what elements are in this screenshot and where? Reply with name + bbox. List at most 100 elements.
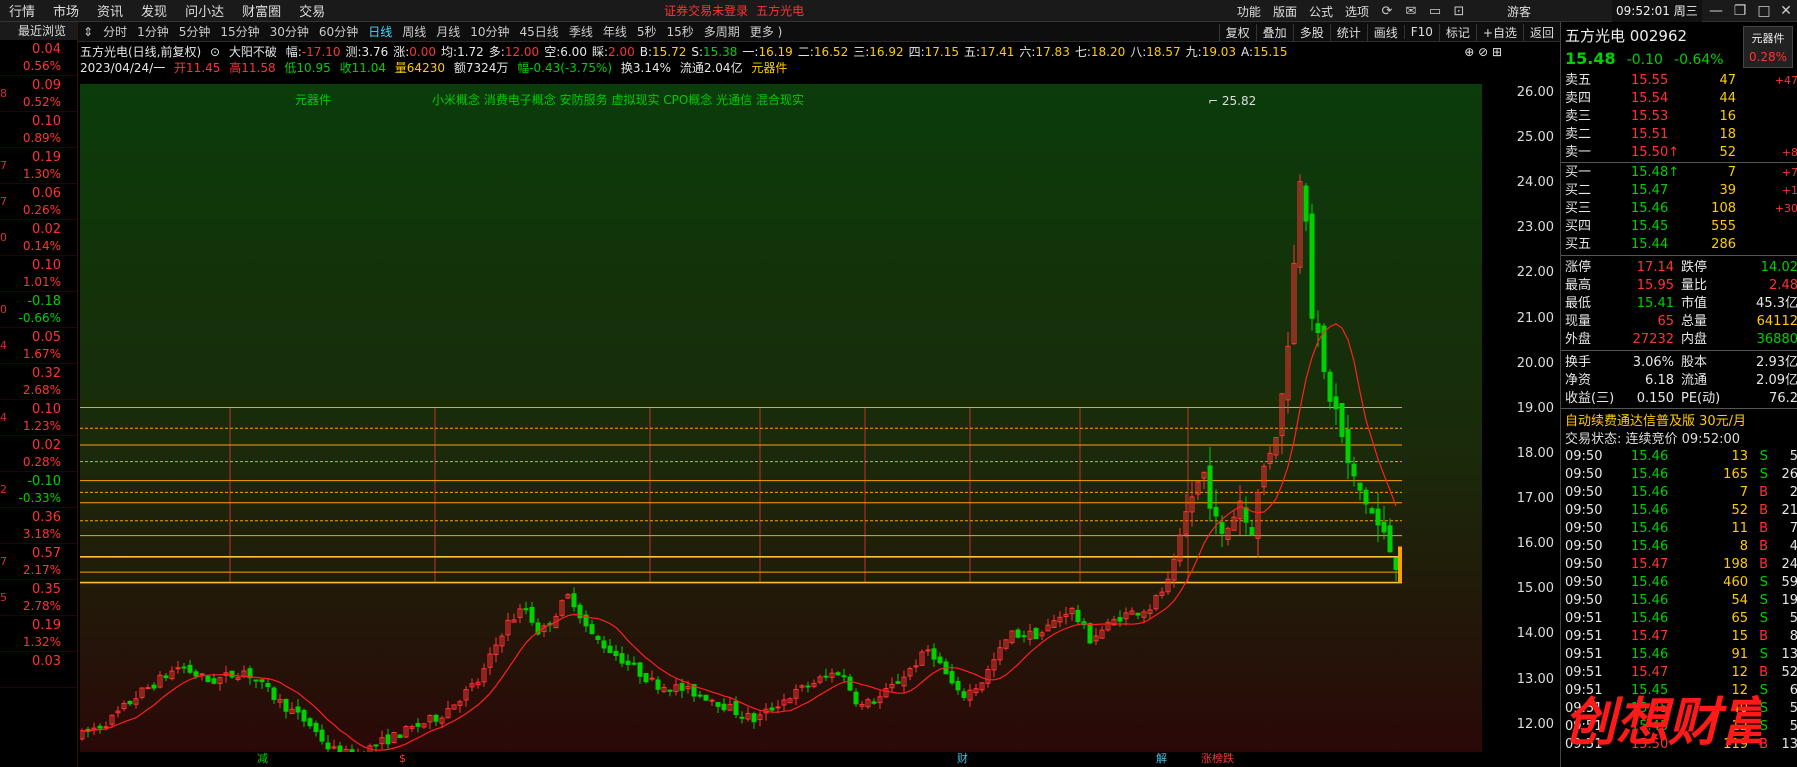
top-right-menu-3[interactable]: 选项 xyxy=(1339,3,1375,20)
recent-list-item[interactable]: 0.36 3.18% xyxy=(0,508,77,544)
event-mark[interactable]: 解 xyxy=(1153,752,1170,766)
recent-list-item[interactable]: 0 -0.18 -0.66% xyxy=(0,292,77,328)
chart-tool-5[interactable]: F10 xyxy=(1403,25,1439,39)
event-mark[interactable]: 涨榜跌 xyxy=(1198,752,1237,766)
bid-row[interactable]: 买三 15.46 108 +30 xyxy=(1561,200,1797,218)
promo-text[interactable]: 自动续费通达信普及版 30元/月 xyxy=(1565,410,1746,429)
tick-side: B xyxy=(1759,485,1768,500)
menu-item-4[interactable]: 问小达 xyxy=(176,1,233,20)
chart-tool-7[interactable]: +自选 xyxy=(1475,23,1523,41)
period-tab-10[interactable]: 45日线 xyxy=(515,23,564,40)
menu-item-0[interactable]: 行情 xyxy=(0,1,44,20)
period-tab-3[interactable]: 15分钟 xyxy=(215,23,264,40)
event-mark[interactable]: 财 xyxy=(954,752,971,766)
chart-tool-1[interactable]: 叠加 xyxy=(1255,23,1293,41)
recent-list-item[interactable]: 7 0.57 2.17% xyxy=(0,544,77,580)
recent-list-item[interactable]: 0.02 0.28% xyxy=(0,436,77,472)
menu-item-5[interactable]: 财富圈 xyxy=(233,1,290,20)
close-icon[interactable]: ✕ xyxy=(1774,0,1797,22)
stat-key: 市值 xyxy=(1681,296,1708,311)
period-tab-2[interactable]: 5分钟 xyxy=(174,23,216,40)
period-tab-13[interactable]: 5秒 xyxy=(632,23,662,40)
menu-item-1[interactable]: 市场 xyxy=(44,1,88,20)
candle-body xyxy=(253,679,259,682)
minimize-icon[interactable]: — xyxy=(1704,0,1728,22)
candlestick-chart[interactable]: 元器件 小米概念 消费电子概念 安防服务 虚拟现实 CPO概念 光通信 混合现实… xyxy=(80,84,1482,754)
menu-item-3[interactable]: 发现 xyxy=(132,1,176,20)
indicator-name[interactable]: 大阳不破 xyxy=(229,45,277,59)
recent-browse-header[interactable]: 最近浏览 xyxy=(0,22,77,40)
top-right-menu-0[interactable]: 功能 xyxy=(1231,3,1267,20)
menu-item-6[interactable]: 交易 xyxy=(290,1,334,20)
period-tab-9[interactable]: 10分钟 xyxy=(465,23,514,40)
sector-badge[interactable]: 元器件 0.28% xyxy=(1743,26,1793,68)
level-delta: +1 xyxy=(1781,184,1797,197)
recent-list-item[interactable]: 0.10 1.01% xyxy=(0,256,77,292)
bar-sector[interactable]: 元器件 xyxy=(751,61,787,75)
period-tab-5[interactable]: 60分钟 xyxy=(314,23,363,40)
bid-row[interactable]: 买二 15.47 39 +1 xyxy=(1561,182,1797,200)
ask-row[interactable]: 卖三 15.53 16 xyxy=(1561,108,1797,126)
recent-list-item[interactable]: 0.10 0.89% xyxy=(0,112,77,148)
recent-list-item[interactable]: 4 0.10 1.23% xyxy=(0,400,77,436)
arrow-icon[interactable]: ⇕ xyxy=(78,25,98,39)
recent-list-item[interactable]: 7 0.06 0.26% xyxy=(0,184,77,220)
period-tab-16[interactable]: 更多 ) xyxy=(745,23,788,40)
chart-tool-3[interactable]: 统计 xyxy=(1329,23,1367,41)
tick-price: 15.46 xyxy=(1631,575,1669,590)
recent-list-item[interactable]: 0.32 2.68% xyxy=(0,364,77,400)
sector-tag[interactable]: 元器件 xyxy=(295,93,331,107)
bid-row[interactable]: 买五 15.44 286 xyxy=(1561,236,1797,254)
chart-tool-0[interactable]: 复权 xyxy=(1218,23,1256,41)
chat-icon[interactable]: ✉ xyxy=(1399,4,1423,19)
period-tab-14[interactable]: 15秒 xyxy=(661,23,698,40)
level-label: 卖三 xyxy=(1565,109,1592,124)
restore-icon[interactable]: ❐ xyxy=(1728,0,1752,22)
recent-list-item[interactable]: 5 0.35 2.78% xyxy=(0,580,77,616)
period-tab-7[interactable]: 周线 xyxy=(397,23,431,40)
refresh-icon[interactable]: ⟳ xyxy=(1375,4,1399,19)
recent-list-item[interactable]: 0 0.02 0.14% xyxy=(0,220,77,256)
period-tab-6[interactable]: 日线 xyxy=(363,23,397,40)
chart-controls-icon[interactable]: ⊕ ⊘ ⊞ xyxy=(1464,43,1502,61)
period-tab-8[interactable]: 月线 xyxy=(431,23,465,40)
period-tab-15[interactable]: 多周期 xyxy=(699,23,745,40)
recent-list-item[interactable]: 0.03 xyxy=(0,652,77,688)
period-tab-11[interactable]: 季线 xyxy=(564,23,598,40)
bid-row[interactable]: 买四 15.45 555 xyxy=(1561,218,1797,236)
ask-row[interactable]: 卖五 15.55 47 +47 xyxy=(1561,72,1797,90)
recent-list-item[interactable]: 0.19 1.32% xyxy=(0,616,77,652)
ask-row[interactable]: 卖二 15.51 18 xyxy=(1561,126,1797,144)
maximize-icon[interactable]: □ xyxy=(1752,0,1776,22)
chart-tool-6[interactable]: 标记 xyxy=(1438,23,1476,41)
ask-row[interactable]: 卖四 15.54 44 xyxy=(1561,90,1797,108)
candle-body xyxy=(529,607,535,623)
period-tab-12[interactable]: 年线 xyxy=(598,23,632,40)
period-tab-0[interactable]: 分时 xyxy=(98,23,132,40)
period-tab-1[interactable]: 1分钟 xyxy=(132,23,174,40)
recent-list-item[interactable]: 0.04 0.56% xyxy=(0,40,77,76)
period-tab-4[interactable]: 30分钟 xyxy=(265,23,314,40)
recent-list-item[interactable]: 2 -0.10 -0.33% xyxy=(0,472,77,508)
notice-stock[interactable]: 五方光电 xyxy=(756,2,804,19)
recent-list-item[interactable]: 7 0.19 1.30% xyxy=(0,148,77,184)
event-mark[interactable]: $ xyxy=(396,752,409,766)
lock-icon[interactable]: ⊡ xyxy=(1447,4,1471,19)
chart-tool-2[interactable]: 多股 xyxy=(1292,23,1330,41)
ask-row[interactable]: 卖一 15.50↑ 52 +8 xyxy=(1561,144,1797,162)
chart-tool-4[interactable]: 画线 xyxy=(1366,23,1404,41)
chart-tool-8[interactable]: 返回 xyxy=(1522,23,1560,41)
bid-row[interactable]: 买一 15.48↑ 7 +7 xyxy=(1561,164,1797,182)
menu-item-2[interactable]: 资讯 xyxy=(88,1,132,20)
recent-list-item[interactable]: 8 0.09 0.52% xyxy=(0,76,77,112)
top-right-menu-2[interactable]: 公式 xyxy=(1303,3,1339,20)
top-right-menu-1[interactable]: 版面 xyxy=(1267,3,1303,20)
recent-item-change: 0.35 xyxy=(32,582,61,597)
event-mark[interactable]: 减 xyxy=(254,752,271,766)
screen-icon[interactable]: ▭ xyxy=(1423,4,1447,19)
login-notice[interactable]: 证券交易未登录 xyxy=(664,2,748,19)
concept-tags[interactable]: 小米概念 消费电子概念 安防服务 虚拟现实 CPO概念 光通信 混合现实 xyxy=(432,92,804,107)
recent-list-item[interactable]: 4 0.05 1.67% xyxy=(0,328,77,364)
settings-icon[interactable]: ⊙ xyxy=(210,45,220,59)
user-label[interactable]: 游客 xyxy=(1501,3,1537,20)
